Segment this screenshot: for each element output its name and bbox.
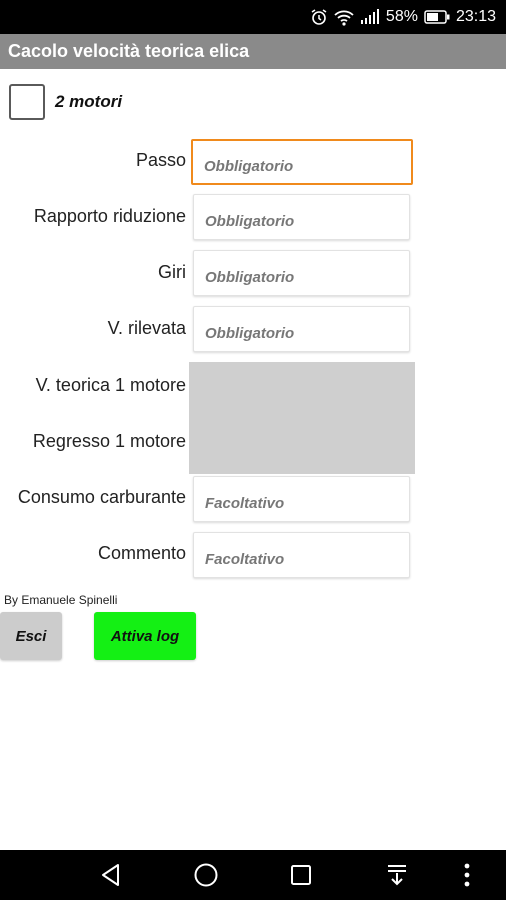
recents-icon[interactable] [283, 850, 319, 900]
exit-button[interactable]: Esci [0, 612, 62, 660]
commento-input[interactable] [193, 532, 410, 578]
wifi-icon [334, 8, 354, 26]
status-icons: 58% 23:13 [310, 0, 496, 34]
two-engines-checkbox[interactable] [9, 84, 45, 120]
home-icon[interactable] [188, 850, 224, 900]
results-output-area [189, 362, 415, 474]
status-bar: 58% 23:13 [0, 0, 506, 34]
regresso-label: Regresso 1 motore [32, 431, 186, 451]
author-credit: By Emanuele Spinelli [4, 593, 118, 607]
battery-icon [424, 10, 450, 24]
clock: 23:13 [455, 8, 496, 25]
rapporto-input[interactable] [193, 194, 410, 240]
enable-log-button[interactable]: Attiva log [94, 612, 196, 660]
consumo-input[interactable] [193, 476, 410, 522]
more-icon[interactable] [455, 850, 479, 900]
passo-input[interactable] [191, 139, 413, 185]
teorica-label: V. teorica 1 motore [35, 375, 186, 395]
notification-pull-icon[interactable] [379, 850, 415, 900]
commento-label: Commento [97, 543, 186, 563]
alarm-icon [310, 8, 328, 26]
back-icon[interactable] [93, 850, 129, 900]
navigation-bar [0, 850, 506, 900]
rapporto-label: Rapporto riduzione [33, 206, 186, 226]
two-engines-label[interactable]: 2 motori [55, 92, 122, 112]
rilevata-label: V. rilevata [107, 318, 186, 338]
rilevata-input[interactable] [193, 306, 410, 352]
passo-label: Passo [135, 150, 186, 170]
giri-input[interactable] [193, 250, 410, 296]
app-title: Cacolo velocità teorica elica [0, 34, 506, 69]
battery-percent: 58% [385, 8, 418, 25]
consumo-label: Consumo carburante [17, 487, 186, 507]
signal-icon [360, 9, 380, 25]
giri-label: Giri [158, 262, 186, 282]
